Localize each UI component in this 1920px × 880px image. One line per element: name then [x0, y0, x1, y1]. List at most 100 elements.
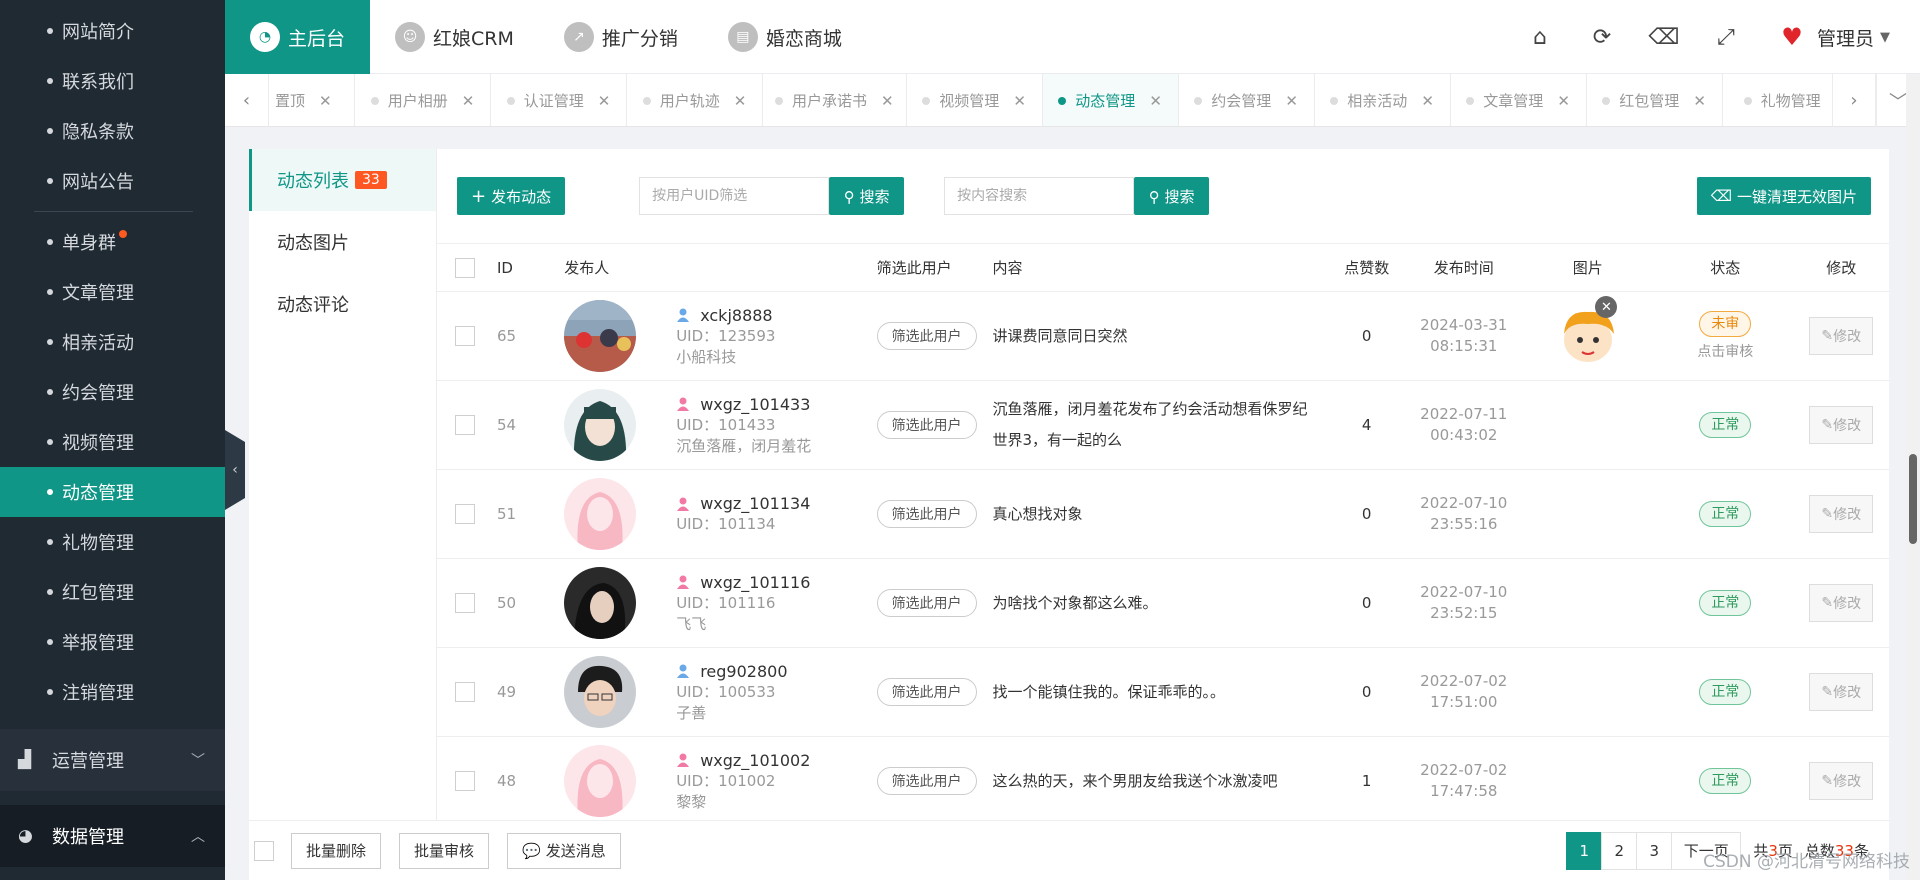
filter-user-button[interactable]: 筛选此用户	[876, 767, 977, 795]
sidebar-item-videos[interactable]: 视频管理	[0, 417, 225, 467]
tab-user-album[interactable]: 用户相册 ✕	[355, 74, 491, 126]
close-icon[interactable]: ✕	[319, 92, 332, 110]
row-checkbox[interactable]	[455, 415, 475, 435]
close-icon[interactable]: ✕	[1557, 92, 1570, 110]
topnav-main[interactable]: ◔ 主后台	[225, 0, 371, 74]
tab-red-packets[interactable]: 红包管理 ✕	[1587, 74, 1723, 126]
row-checkbox[interactable]	[455, 593, 475, 613]
avatar[interactable]	[564, 567, 637, 639]
avatar[interactable]	[564, 300, 637, 372]
admin-menu[interactable]: ♥ 管理员 ▼	[1777, 22, 1890, 52]
close-icon[interactable]: ✕	[1421, 92, 1434, 110]
sidebar-item-reports[interactable]: 举报管理	[0, 617, 225, 667]
edit-button[interactable]: ✎ 修改	[1809, 673, 1874, 711]
sidebar-item-privacy[interactable]: 隐私条款	[0, 106, 225, 156]
row-checkbox[interactable]	[455, 682, 475, 702]
edit-button[interactable]: ✎ 修改	[1809, 762, 1874, 800]
clean-images-button[interactable]: ⌫ 一键清理无效图片	[1696, 177, 1871, 215]
edit-button[interactable]: ✎ 修改	[1809, 584, 1874, 622]
refresh-icon[interactable]: ⟳	[1571, 25, 1633, 50]
tab-pin[interactable]: 置顶 ✕	[269, 74, 355, 126]
send-message-button[interactable]: 💬 发送消息	[507, 832, 621, 869]
tab-gifts[interactable]: 礼物管理	[1723, 74, 1832, 126]
sidebar-group-operations[interactable]: ▟ 运营管理 ﹀	[0, 729, 225, 791]
scrollbar[interactable]	[1906, 74, 1920, 880]
batch-delete-button[interactable]: 批量删除	[291, 832, 382, 869]
filter-user-button[interactable]: 筛选此用户	[876, 678, 977, 706]
close-icon[interactable]: ✕	[1693, 92, 1706, 110]
filter-user-button[interactable]: 筛选此用户	[876, 500, 977, 528]
topnav-promotion[interactable]: ↗ 推广分销	[539, 0, 703, 74]
sidebar-item-gifts[interactable]: 礼物管理	[0, 517, 225, 567]
tab-scroll-right-icon[interactable]: ›	[1832, 74, 1876, 127]
avatar[interactable]	[564, 656, 637, 728]
edit-button[interactable]: ✎ 修改	[1809, 406, 1874, 444]
sidebar-item-contact[interactable]: 联系我们	[0, 56, 225, 106]
edit-button[interactable]: ✎ 修改	[1809, 495, 1874, 533]
audit-link[interactable]: 点击审核	[1657, 341, 1793, 361]
tab-videos[interactable]: 视频管理 ✕	[907, 74, 1043, 126]
tab-scroll-left-icon[interactable]: ‹	[225, 74, 269, 127]
publish-clock: 23:52:15	[1430, 604, 1498, 622]
subnav-moment-comments[interactable]: 动态评论	[249, 273, 436, 335]
close-icon[interactable]: ✕	[1013, 92, 1026, 110]
filter-user-button[interactable]: 筛选此用户	[876, 322, 977, 350]
select-all-checkbox[interactable]	[455, 257, 475, 278]
close-icon[interactable]: ✕	[734, 92, 747, 110]
close-icon[interactable]: ✕	[1149, 92, 1162, 110]
sidebar-item-announcement[interactable]: 网站公告	[0, 156, 225, 206]
sidebar-item-red-packets[interactable]: 红包管理	[0, 567, 225, 617]
sidebar-item-deactivation[interactable]: 注销管理	[0, 667, 225, 717]
subnav-moments-list[interactable]: 动态列表 33	[249, 149, 436, 211]
content-search-button[interactable]: ⚲ 搜索	[1134, 177, 1210, 215]
footer-select-all-checkbox[interactable]	[254, 840, 274, 861]
avatar[interactable]	[564, 478, 637, 550]
edit-button[interactable]: ✎ 修改	[1809, 317, 1874, 355]
avatar[interactable]	[564, 389, 637, 461]
publish-button[interactable]: + 发布动态	[457, 177, 566, 215]
page-1-button[interactable]: 1	[1566, 831, 1603, 870]
fullscreen-icon[interactable]: ⤢	[1695, 25, 1757, 50]
uid-search-button[interactable]: ⚲ 搜索	[829, 177, 905, 215]
sidebar-item-blind-date[interactable]: 相亲活动	[0, 317, 225, 367]
clear-cache-icon[interactable]: ⌫	[1633, 25, 1695, 50]
subnav-moment-images[interactable]: 动态图片	[249, 211, 436, 273]
tab-dating[interactable]: 约会管理 ✕	[1179, 74, 1315, 126]
content-panel: 动态列表 33 动态图片 动态评论 +发布动态 ⚲ 搜索 ⚲ 搜索 ⌫一键清理无效…	[249, 149, 1889, 880]
close-icon[interactable]: ✕	[1285, 92, 1298, 110]
filter-user-button[interactable]: 筛选此用户	[876, 589, 977, 617]
page-3-button[interactable]: 3	[1636, 831, 1673, 870]
tab-articles[interactable]: 文章管理 ✕	[1451, 74, 1587, 126]
sidebar-item-site-intro[interactable]: 网站简介	[0, 6, 225, 56]
tab-blind-date[interactable]: 相亲活动 ✕	[1315, 74, 1451, 126]
row-checkbox[interactable]	[455, 771, 475, 791]
topnav-crm[interactable]: ☺ 红娘CRM	[370, 0, 539, 74]
sidebar-item-singles-group[interactable]: 单身群	[0, 217, 225, 267]
avatar[interactable]	[564, 745, 637, 817]
home-icon[interactable]: ⌂	[1509, 25, 1571, 50]
sidebar-collapse-handle[interactable]: ‹	[225, 430, 245, 510]
page-2-button[interactable]: 2	[1601, 831, 1638, 870]
close-icon[interactable]: ✕	[462, 92, 475, 110]
tab-dot	[1466, 96, 1475, 105]
close-icon[interactable]: ✕	[881, 92, 894, 110]
tab-user-pledge[interactable]: 用户承诺书 ✕	[763, 74, 907, 126]
batch-audit-button[interactable]: 批量审核	[399, 832, 490, 869]
sidebar-group-data[interactable]: ◕ 数据管理 ︿	[0, 805, 225, 867]
scrollbar-thumb[interactable]	[1909, 454, 1917, 544]
tab-moments[interactable]: 动态管理 ✕	[1042, 74, 1179, 126]
sidebar-item-dating[interactable]: 约会管理	[0, 367, 225, 417]
row-checkbox[interactable]	[455, 504, 475, 524]
tab-verification[interactable]: 认证管理 ✕	[491, 74, 627, 126]
uid-filter-input[interactable]	[639, 177, 830, 215]
row-id: 49	[475, 647, 565, 737]
sidebar-item-moments[interactable]: 动态管理	[0, 467, 225, 517]
close-icon[interactable]: ✕	[598, 92, 611, 110]
row-checkbox[interactable]	[455, 326, 475, 346]
tab-bar: ‹ 置顶 ✕ 用户相册 ✕ 认证管理 ✕ 用户轨迹 ✕ 用户承诺书 ✕ 视频管理 ✕ 动态管…	[225, 74, 1920, 127]
sidebar-item-articles[interactable]: 文章管理	[0, 267, 225, 317]
tab-user-track[interactable]: 用户轨迹 ✕	[627, 74, 763, 126]
topnav-mall[interactable]: ▤ 婚恋商城	[703, 0, 867, 74]
filter-user-button[interactable]: 筛选此用户	[876, 411, 977, 439]
content-search-input[interactable]	[944, 177, 1135, 215]
